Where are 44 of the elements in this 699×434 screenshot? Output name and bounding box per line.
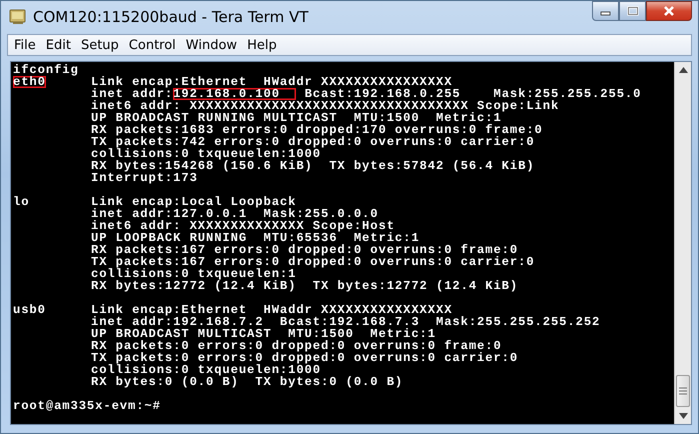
menu-item[interactable]: Window [184, 38, 244, 52]
window-title: COM120:115200baud - Tera Term VT [33, 8, 308, 26]
terminal-line: RX packets:1683 errors:0 dropped:170 overruns:0 frame:0 [91, 124, 543, 136]
terminal-line: inet6 addr: XXXXXXXXXXXXXXXXXXXXXXXXXXXXXXXXXX Scope:Link [91, 100, 560, 112]
menu-item[interactable]: Edit [44, 38, 77, 52]
terminal-line: UP BROADCAST MULTICAST MTU:1500 Metric:1 [91, 328, 436, 340]
menu-item[interactable]: File [12, 38, 42, 52]
terminal-line: RX packets:0 errors:0 dropped:0 overruns:0 frame:0 [91, 340, 502, 352]
terminal-line: RX bytes:0 (0.0 B) TX bytes:0 (0.0 B) [91, 376, 404, 388]
terminal-line: collisions:0 txqueuelen:1000 [91, 364, 321, 376]
terminal-line: inet addr:192.168.7.2 Bcast:192.168.7.3 Mask:255.255.255.252 [91, 316, 600, 328]
terminal-line: inet addr:127.0.0.1 Mask:255.0.0.0 [91, 208, 378, 220]
terminal-line: UP LOOPBACK RUNNING MTU:65536 Metric:1 [91, 232, 420, 244]
terminal-line: collisions:0 txqueuelen:1 [91, 268, 296, 280]
terminal-line: UP BROADCAST RUNNING MULTICAST MTU:1500 Metric:1 [91, 112, 502, 124]
terminal-line: TX packets:0 errors:0 dropped:0 overruns:0 carrier:0 [91, 352, 518, 364]
menu-item[interactable]: Help [245, 38, 283, 52]
scroll-up-arrow-icon[interactable] [678, 67, 688, 73]
scroll-down-arrow-icon[interactable] [678, 413, 688, 419]
terminal-line: TX packets:167 errors:0 dropped:0 overruns:0 carrier:0 [91, 256, 535, 268]
interface-name: lo [13, 196, 30, 208]
terminal-line: Link encap:Ethernet HWaddr XXXXXXXXXXXXXXXX [91, 304, 452, 316]
terminal-line: RX packets:167 errors:0 dropped:0 overruns:0 frame:0 [91, 244, 518, 256]
terminal-line: RX bytes:154268 (150.6 KiB) TX bytes:57842 (56.4 KiB) [91, 160, 535, 172]
interface-name: usb0 [13, 304, 46, 316]
maximize-button[interactable] [619, 1, 646, 21]
close-button[interactable] [646, 1, 692, 21]
menu-item[interactable]: Control [126, 38, 182, 52]
maximize-icon [626, 6, 638, 16]
terminal-line: inet6 addr: XXXXXXXXXXXXXX Scope:Host [91, 220, 395, 232]
terminal-line: Interrupt:173 [91, 172, 198, 184]
terminal-line: Link encap:Ethernet HWaddr XXXXXXXXXXXXXXXX [91, 76, 452, 88]
command-line: ifconfig [13, 64, 79, 76]
menu-item[interactable]: Setup [78, 38, 125, 52]
terminal-line: RX bytes:12772 (12.4 KiB) TX bytes:12772 (12.4 KiB) [91, 280, 518, 292]
minimize-button[interactable] [592, 1, 619, 21]
close-icon [662, 5, 676, 17]
terminal-line: Link encap:Local Loopback [91, 196, 296, 208]
terminal-app-icon [9, 8, 27, 24]
scrollbar-thumb[interactable] [676, 375, 690, 407]
terminal-line: collisions:0 txqueuelen:1000 [91, 148, 321, 160]
terminal-line: TX packets:742 errors:0 dropped:0 overruns:0 carrier:0 [91, 136, 535, 148]
shell-prompt: root@am335x-evm:~# [13, 400, 161, 412]
scrollbar[interactable] [674, 62, 691, 424]
